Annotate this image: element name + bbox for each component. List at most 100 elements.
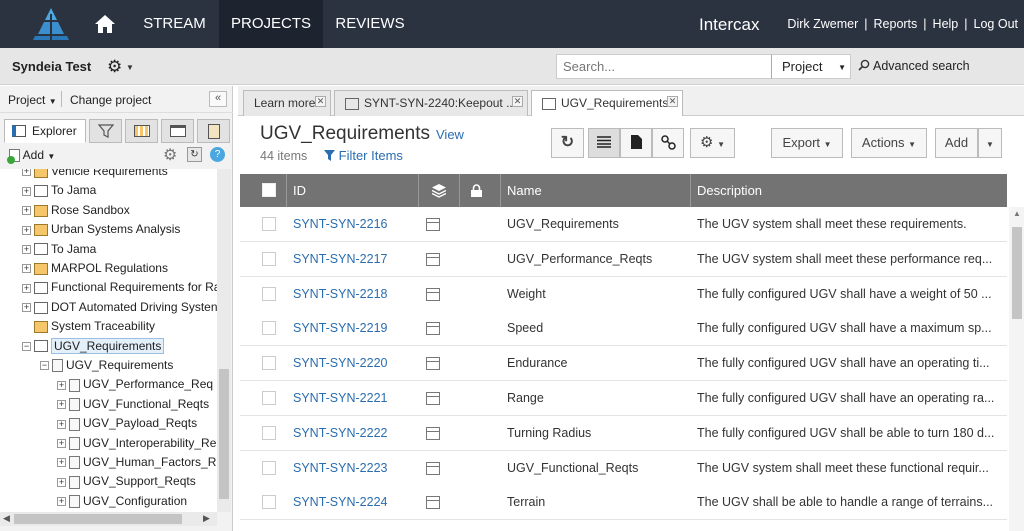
row-checkbox[interactable] <box>262 425 276 440</box>
tree-item[interactable]: + UGV_Performance_Req <box>57 375 213 394</box>
column-id[interactable]: ID <box>287 174 419 207</box>
row-checkbox[interactable] <box>262 495 276 510</box>
expand-node-icon[interactable]: + <box>57 497 66 507</box>
row-checkbox[interactable] <box>262 460 276 475</box>
settings-gear-icon[interactable]: ⚙ <box>163 145 177 165</box>
row-checkbox[interactable] <box>262 356 276 371</box>
project-menu[interactable]: Project ▼ <box>8 93 57 107</box>
table-row[interactable]: SYNT-SYN-2221 Range The fully configured U… <box>240 381 1007 416</box>
tree-item[interactable]: + Vehicle Requirements <box>22 169 168 181</box>
row-checkbox[interactable] <box>262 251 276 266</box>
tree-item[interactable]: + UGV_Payload_Reqts <box>57 414 197 433</box>
tab-learn-more[interactable]: Learn more ✕ <box>243 90 331 116</box>
expand-node-icon[interactable]: + <box>57 458 66 468</box>
logout-link[interactable]: Log Out <box>974 17 1018 31</box>
row-id-link[interactable]: SYNT-SYN-2221 <box>293 381 417 416</box>
select-all-checkbox[interactable] <box>262 183 276 197</box>
caret-down-icon[interactable]: ▼ <box>126 63 134 72</box>
list-view-button[interactable] <box>588 128 620 158</box>
expand-node-icon[interactable]: + <box>22 283 31 293</box>
nav-reviews[interactable]: REVIEWS <box>325 0 415 48</box>
search-input[interactable] <box>556 54 771 79</box>
project-settings-gear-icon[interactable]: ⚙ <box>107 57 122 77</box>
table-row[interactable]: SYNT-SYN-2217 UGV_Performance_Reqts The UG… <box>240 241 1007 277</box>
tree-item[interactable]: + UGV_Human_Factors_R <box>57 453 216 472</box>
row-id-link[interactable]: SYNT-SYN-2216 <box>293 207 417 242</box>
tree-item[interactable]: + UGV_Functional_Reqts <box>57 395 209 414</box>
scroll-right-icon[interactable]: ▶ <box>203 513 210 524</box>
row-id-link[interactable]: SYNT-SYN-2223 <box>293 451 417 486</box>
collapse-node-icon[interactable]: − <box>40 361 49 371</box>
tree-item[interactable]: + MARPOL Regulations <box>22 259 168 278</box>
tree-item[interactable]: + Rose Sandbox <box>22 201 130 220</box>
document-view-button[interactable] <box>620 128 652 158</box>
refresh-icon[interactable]: ↻ <box>187 147 202 162</box>
nav-projects[interactable]: PROJECTS <box>219 0 323 48</box>
expand-node-icon[interactable]: + <box>22 264 31 274</box>
advanced-search-link[interactable]: Advanced search <box>858 59 970 73</box>
add-button[interactable]: Add <box>935 128 978 158</box>
table-row[interactable]: SYNT-SYN-2224 Terrain The UGV shall be abl… <box>240 485 1007 521</box>
help-link[interactable]: Help <box>933 17 959 31</box>
expand-node-icon[interactable]: + <box>57 380 66 390</box>
column-name[interactable]: Name <box>501 174 691 207</box>
collapse-node-icon[interactable]: − <box>22 341 31 351</box>
help-icon[interactable]: ? <box>210 147 225 162</box>
home-icon[interactable] <box>94 14 116 34</box>
table-row[interactable]: SYNT-SYN-2220 Endurance The fully configur… <box>240 346 1007 382</box>
table-vertical-scrollbar[interactable]: ▲ <box>1009 207 1024 531</box>
tree-item[interactable]: + DOT Automated Driving Systen <box>22 298 217 317</box>
row-id-link[interactable]: SYNT-SYN-2220 <box>293 346 417 381</box>
expand-node-icon[interactable]: + <box>22 225 31 235</box>
search-scope-select[interactable]: Project ▼ <box>771 54 851 79</box>
expand-node-icon[interactable]: + <box>57 419 66 429</box>
actions-button[interactable]: Actions ▼ <box>851 128 927 158</box>
column-description[interactable]: Description <box>691 174 1007 207</box>
tab-window[interactable] <box>161 119 194 143</box>
row-checkbox[interactable] <box>262 217 276 231</box>
tree-item[interactable]: + UGV_Interoperability_Re <box>57 434 216 453</box>
expand-node-icon[interactable]: + <box>57 477 66 487</box>
tree-vertical-scrollbar[interactable] <box>217 169 231 512</box>
row-id-link[interactable]: SYNT-SYN-2217 <box>293 242 417 277</box>
view-link[interactable]: View <box>436 127 464 142</box>
close-icon[interactable]: ✕ <box>667 96 678 107</box>
add-dropdown-button[interactable]: ▼ <box>978 128 1002 158</box>
change-project-link[interactable]: Change project <box>70 93 151 107</box>
table-row[interactable]: SYNT-SYN-2218 Weight The fully configured … <box>240 276 1007 312</box>
expand-node-icon[interactable]: + <box>22 244 31 254</box>
relations-view-button[interactable] <box>652 128 684 158</box>
tab-explorer[interactable]: Explorer <box>4 119 86 143</box>
collapse-panel-button[interactable]: « <box>209 91 227 107</box>
row-id-link[interactable]: SYNT-SYN-2218 <box>293 277 417 312</box>
expand-node-icon[interactable]: + <box>22 303 31 313</box>
refresh-button[interactable]: ↻ <box>551 128 584 158</box>
table-row[interactable]: SYNT-SYN-2219 Speed The fully configured U… <box>240 311 1007 347</box>
reports-link[interactable]: Reports <box>874 17 918 31</box>
row-id-link[interactable]: SYNT-SYN-2219 <box>293 311 417 346</box>
add-menu[interactable]: Add ▼ <box>7 148 55 165</box>
tree-item[interactable]: + To Jama <box>22 181 96 200</box>
settings-menu-button[interactable]: ⚙ ▼ <box>690 128 735 158</box>
table-row[interactable]: SYNT-SYN-2222 Turning Radius The fully con… <box>240 415 1007 451</box>
scrollbar-thumb[interactable] <box>219 369 229 499</box>
expand-node-icon[interactable]: + <box>22 186 31 196</box>
tree-item[interactable]: System Traceability <box>22 317 155 336</box>
row-id-link[interactable]: SYNT-SYN-2224 <box>293 485 417 520</box>
filter-items-link[interactable]: Filter Items <box>324 148 403 163</box>
tree-item[interactable]: + Urban Systems Analysis <box>22 220 180 239</box>
row-checkbox[interactable] <box>262 286 276 301</box>
table-row[interactable]: SYNT-SYN-2216 UGV_Requirements The UGV sys… <box>240 207 1007 242</box>
scrollbar-thumb[interactable] <box>1012 227 1022 319</box>
scroll-left-icon[interactable]: ◀ <box>3 513 10 524</box>
tab-filter[interactable] <box>89 119 122 143</box>
tree-item[interactable]: + To Jama <box>22 240 96 259</box>
expand-node-icon[interactable]: + <box>57 400 66 410</box>
tree-item[interactable]: − UGV_Requirements <box>40 356 173 375</box>
user-name-link[interactable]: Dirk Zwemer <box>787 17 858 31</box>
close-icon[interactable]: ✕ <box>512 96 523 107</box>
syndeia-logo-icon[interactable] <box>31 6 71 42</box>
tree-item[interactable]: + UGV_Support_Reqts <box>57 472 196 491</box>
expand-node-icon[interactable]: + <box>22 169 31 177</box>
tree-item[interactable]: + Functional Requirements for Ra <box>22 278 217 297</box>
